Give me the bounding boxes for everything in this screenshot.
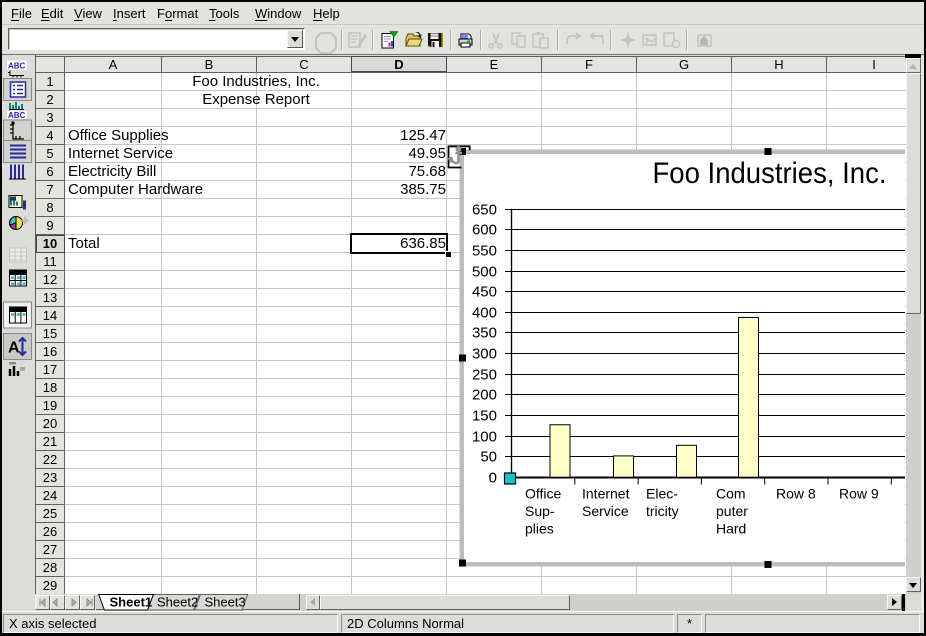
svg-text:300: 300 [472,346,497,363]
svg-text:tricity: tricity [646,503,679,519]
svg-text:Com: Com [716,486,746,502]
svg-text:0: 0 [489,470,497,487]
svg-text:puter: puter [716,503,748,519]
svg-text:Office: Office [525,486,562,502]
svg-text:450: 450 [472,284,497,301]
svg-text:400: 400 [472,305,497,322]
svg-text:600: 600 [472,222,497,239]
svg-text:Sheet3: Sheet3 [205,595,246,610]
svg-text:150: 150 [472,408,497,425]
svg-text:Sheet2: Sheet2 [157,595,198,610]
svg-text:Service: Service [582,503,629,519]
svg-text:250: 250 [472,367,497,384]
svg-text:200: 200 [472,387,497,404]
svg-text:550: 550 [472,243,497,260]
svg-text:Sheet1: Sheet1 [110,595,153,610]
svg-text:Internet: Internet [582,486,630,502]
svg-text:500: 500 [472,264,497,281]
svg-text:350: 350 [472,325,497,342]
svg-text:plies: plies [525,521,554,537]
svg-text:Elec-: Elec- [646,486,678,502]
svg-text:Row 9: Row 9 [839,486,879,502]
svg-text:50: 50 [480,449,497,466]
svg-text:Foo Industries, Inc.: Foo Industries, Inc. [653,157,887,190]
svg-text:650: 650 [472,202,497,219]
svg-text:ABC: ABC [8,62,26,71]
svg-text:Row 8: Row 8 [776,486,816,502]
svg-text:100: 100 [472,429,497,446]
svg-text:ABC: ABC [8,111,26,120]
svg-text:Hard: Hard [716,521,746,537]
svg-text:A: A [8,340,20,357]
svg-text:Sup-: Sup- [525,503,555,519]
